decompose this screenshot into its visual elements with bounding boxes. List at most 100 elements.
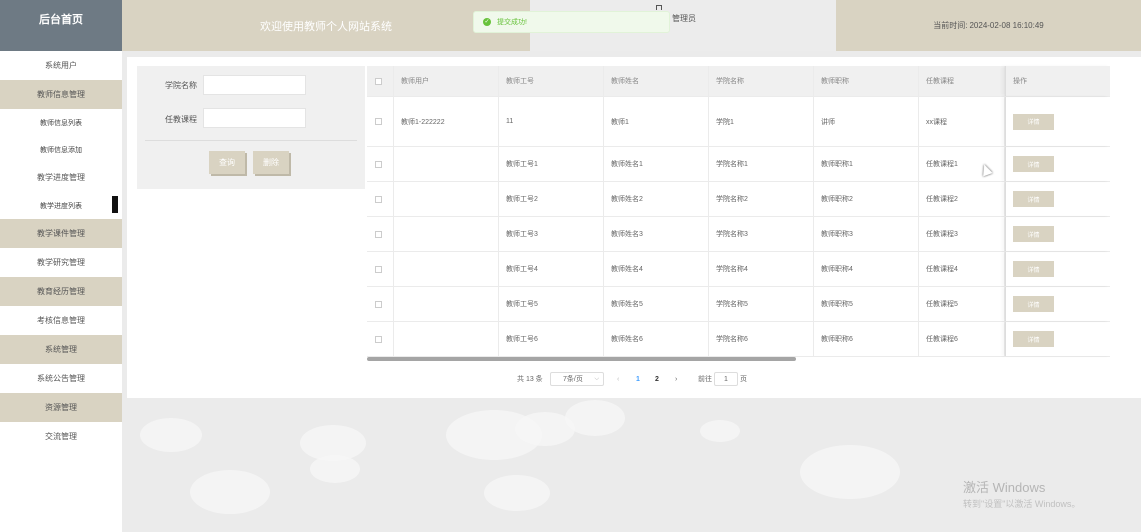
row-checkbox[interactable]	[375, 118, 382, 125]
sidebar-item-teacher-info[interactable]: 教师信息管理	[0, 80, 122, 109]
cell-user	[394, 217, 499, 251]
cell-college: 学院名称3	[709, 217, 814, 251]
action-cell: 详情	[1005, 252, 1110, 286]
detail-button[interactable]: 详情	[1013, 113, 1054, 130]
college-label: 学院名称	[165, 81, 197, 90]
table-row: 教师工号5 教师姓名5 学院名称5 教师职称5 任教课程5 详情	[367, 287, 1110, 322]
action-cell: 详情	[1005, 217, 1110, 251]
page-size-select[interactable]: 7条/页 ⌵	[550, 372, 604, 386]
cell-name: 教师姓名5	[604, 287, 709, 321]
sidebar-item-resources[interactable]: 资源管理	[0, 393, 122, 422]
college-input[interactable]	[203, 75, 306, 95]
sidebar-item-system[interactable]: 系统管理	[0, 335, 122, 364]
cell-college: 学院1	[709, 97, 814, 146]
detail-button[interactable]: 详情	[1013, 226, 1054, 242]
row-checkbox[interactable]	[375, 160, 382, 168]
action-cell: 详情	[1005, 147, 1110, 181]
detail-button[interactable]: 详情	[1013, 296, 1054, 312]
active-indicator	[112, 196, 118, 213]
cell-user	[394, 147, 499, 181]
detail-button[interactable]: 详情	[1013, 261, 1054, 277]
cell-title: 教师职称5	[814, 287, 919, 321]
background-bubble	[190, 470, 270, 514]
checkbox-cell	[367, 147, 394, 181]
course-input[interactable]	[203, 108, 306, 128]
column-header-no: 教师工号	[499, 66, 604, 96]
sidebar-subitem-progress-list[interactable]: 教学进度列表	[0, 192, 122, 219]
time-value: 2024-02-08 16:10:49	[969, 21, 1044, 30]
cell-course: 任教课程3	[919, 217, 1005, 251]
cell-name: 教师1	[604, 97, 709, 146]
brand-title[interactable]: 后台首页	[0, 0, 122, 51]
sidebar-item-label: 教师信息列表	[40, 119, 82, 127]
cell-title: 教师职称4	[814, 252, 919, 286]
sidebar-item-label: 教学研究管理	[37, 258, 85, 267]
total-count: 共 13 条	[517, 376, 543, 383]
sidebar-item-label: 教育经历管理	[37, 287, 85, 296]
row-checkbox[interactable]	[375, 265, 382, 273]
page-size-value: 7条/页	[563, 376, 583, 383]
cell-user	[394, 182, 499, 216]
sidebar-item-courseware[interactable]: 教学课件管理	[0, 219, 122, 248]
watermark-title: 激活 Windows	[963, 480, 1046, 495]
toast-message: 提交成功!	[497, 19, 527, 26]
cell-no: 教师工号6	[499, 322, 604, 356]
cell-college: 学院名称6	[709, 322, 814, 356]
sidebar: 系统用户 教师信息管理 教师信息列表 教师信息添加 教学进度管理 教学进度列表 …	[0, 51, 122, 532]
sidebar-item-communication[interactable]: 交流管理	[0, 422, 122, 451]
sidebar-item-progress[interactable]: 教学进度管理	[0, 163, 122, 192]
cell-title: 讲师	[814, 97, 919, 146]
page-2-button[interactable]: 2	[655, 372, 659, 386]
chevron-down-icon: ⌵	[594, 375, 599, 382]
checkbox-cell	[367, 287, 394, 321]
detail-button[interactable]: 详情	[1013, 331, 1054, 347]
next-page-button[interactable]: ›	[675, 372, 677, 386]
table-row: 教师工号4 教师姓名4 学院名称4 教师职称4 任教课程4 详情	[367, 252, 1110, 287]
time-label: 当前时间:	[933, 21, 968, 30]
cell-course: xx课程	[919, 97, 1005, 146]
table-row: 教师1-222222 11 教师1 学院1 讲师 xx课程 详情	[367, 97, 1110, 147]
row-checkbox[interactable]	[375, 335, 382, 343]
cell-no: 教师工号4	[499, 252, 604, 286]
cell-course: 任教课程2	[919, 182, 1005, 216]
checkbox-cell	[367, 217, 394, 251]
action-cell: 详情	[1005, 322, 1110, 356]
row-checkbox[interactable]	[375, 230, 382, 238]
sidebar-item-assessment[interactable]: 考核信息管理	[0, 306, 122, 335]
watermark-subtitle: 转到"设置"以激活 Windows。	[963, 499, 1081, 509]
cell-title: 教师职称3	[814, 217, 919, 251]
background-bubble	[565, 400, 625, 436]
sidebar-item-label: 系统管理	[45, 345, 77, 354]
action-cell: 详情	[1005, 182, 1110, 216]
check-circle-icon: ✓	[483, 18, 491, 26]
detail-button[interactable]: 详情	[1013, 156, 1054, 172]
sidebar-item-education[interactable]: 教育经历管理	[0, 277, 122, 306]
sidebar-item-system-users[interactable]: 系统用户	[0, 51, 122, 80]
detail-button[interactable]: 详情	[1013, 191, 1054, 207]
row-checkbox[interactable]	[375, 300, 382, 308]
row-checkbox[interactable]	[375, 195, 382, 203]
checkbox-cell	[367, 97, 394, 146]
select-all-checkbox[interactable]	[375, 77, 382, 85]
cell-name: 教师姓名6	[604, 322, 709, 356]
sidebar-item-label: 系统用户	[45, 61, 77, 70]
query-button[interactable]: 查询	[209, 151, 245, 174]
horizontal-scrollbar[interactable]	[367, 357, 796, 361]
column-header-title: 教师职称	[814, 66, 919, 96]
cell-course: 任教课程5	[919, 287, 1005, 321]
checkbox-cell	[367, 66, 394, 96]
cell-user	[394, 252, 499, 286]
page-1-button[interactable]: 1	[636, 372, 640, 386]
sidebar-item-label: 教学进度管理	[37, 173, 85, 182]
cell-college: 学院名称1	[709, 147, 814, 181]
sidebar-subitem-teacher-list[interactable]: 教师信息列表	[0, 109, 122, 136]
delete-button[interactable]: 删除	[253, 151, 289, 174]
table-row: 教师工号2 教师姓名2 学院名称2 教师职称2 任教课程2 详情	[367, 182, 1110, 217]
prev-page-button[interactable]: ‹	[617, 372, 619, 386]
sidebar-subitem-teacher-add[interactable]: 教师信息添加	[0, 136, 122, 163]
sidebar-item-research[interactable]: 教学研究管理	[0, 248, 122, 277]
current-user[interactable]: 管理员	[672, 13, 696, 24]
cell-name: 教师姓名3	[604, 217, 709, 251]
goto-page-input[interactable]: 1	[714, 372, 738, 386]
checkbox-cell	[367, 252, 394, 286]
